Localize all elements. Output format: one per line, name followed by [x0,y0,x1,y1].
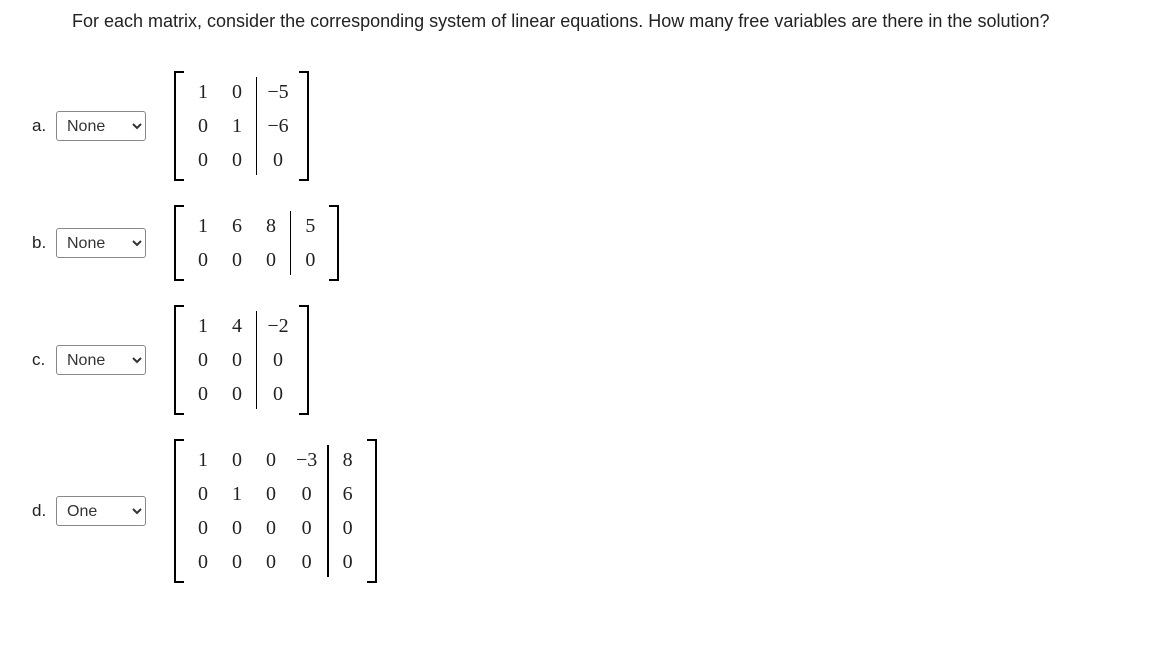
augment-bar [256,77,257,175]
item-b: b. None 10 60 80 50 [32,205,1171,281]
dropdown-c[interactable]: None [56,345,146,375]
item-label: a. [32,116,56,136]
right-bracket-icon [329,205,339,281]
left-bracket-icon [174,71,184,181]
item-d: d. One 1000 0100 0000 −3000 8600 [32,439,1171,583]
left-bracket-icon [174,305,184,415]
dropdown-d[interactable]: One [56,496,146,526]
matrix-d: 1000 0100 0000 −3000 8600 [174,439,377,583]
right-bracket-icon [299,71,309,181]
items-container: a. None 100 010 −5−60 b. None 10 60 80 [0,71,1171,583]
matrix-body: 1000 0100 0000 −3000 8600 [184,439,367,583]
augment-bar [256,311,257,409]
augment-bar [327,445,328,577]
item-a: a. None 100 010 −5−60 [32,71,1171,181]
matrix-body: 100 010 −5−60 [184,71,299,181]
augment-bar [290,211,291,275]
prompt-text: For each matrix, consider the correspond… [72,11,1050,31]
left-bracket-icon [174,205,184,281]
matrix-c: 100 400 −200 [174,305,309,415]
item-label: b. [32,233,56,253]
right-bracket-icon [299,305,309,415]
dropdown-a[interactable]: None [56,111,146,141]
item-label: c. [32,350,56,370]
dropdown-b[interactable]: None [56,228,146,258]
question-prompt: For each matrix, consider the correspond… [72,8,1171,35]
left-bracket-icon [174,439,184,583]
matrix-a: 100 010 −5−60 [174,71,309,181]
matrix-body: 10 60 80 50 [184,205,329,281]
item-label: d. [32,501,56,521]
matrix-b: 10 60 80 50 [174,205,339,281]
matrix-body: 100 400 −200 [184,305,299,415]
right-bracket-icon [367,439,377,583]
item-c: c. None 100 400 −200 [32,305,1171,415]
